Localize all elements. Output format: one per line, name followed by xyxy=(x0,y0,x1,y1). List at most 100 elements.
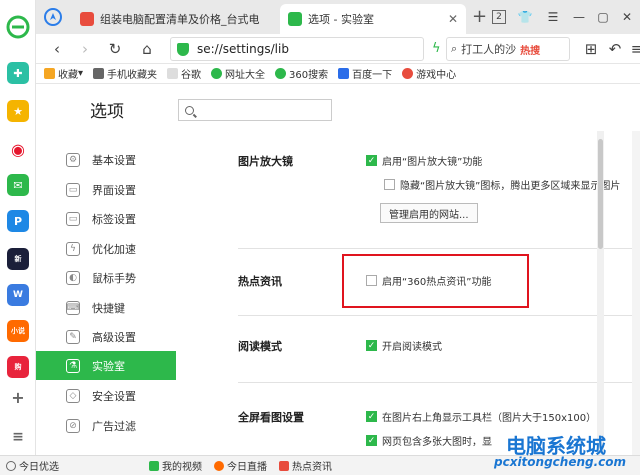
search-icon xyxy=(185,105,194,115)
tab-bar: 组装电脑配置清单及价格_台式电 选项 - 实验室 ✕ + 2 👕 ☰ — ▢ ✕ xyxy=(36,0,640,34)
manage-sites-button[interactable]: 管理启用的网站... xyxy=(380,203,478,223)
video-icon xyxy=(149,460,159,471)
star-app-icon[interactable]: ★ xyxy=(7,100,29,122)
back-button[interactable]: ‹ xyxy=(48,40,66,58)
sidebar-item-lab[interactable]: ⚗ 实验室 xyxy=(36,351,176,380)
add-app-icon[interactable]: + xyxy=(7,386,29,408)
sidebar-item-tabs[interactable]: ▭ 标签设置 xyxy=(36,204,176,233)
bookmark-baidu[interactable]: 百度一下 xyxy=(338,66,392,81)
option-multi-image[interactable]: ✓ 网页包含多张大图时，显 xyxy=(366,433,492,448)
refresh-button[interactable]: ↻ xyxy=(106,40,124,58)
checkbox-checked[interactable]: ✓ xyxy=(366,411,377,422)
check-circle-icon xyxy=(6,460,16,471)
shop-app-icon[interactable]: 购 xyxy=(7,356,29,378)
minimize-button[interactable]: — xyxy=(570,8,588,26)
flask-icon: ⚗ xyxy=(66,358,80,373)
bookmark-hao[interactable]: 网址大全 xyxy=(211,66,265,81)
tab-active[interactable]: 选项 - 实验室 ✕ xyxy=(280,4,466,34)
close-tab-icon[interactable]: ✕ xyxy=(448,12,458,26)
bookmarks-bar: 收藏 ▾ 手机收藏夹 谷歌 网址大全 360搜索 百度一下 游戏中心 xyxy=(36,64,640,84)
settings-header: 选项 xyxy=(36,85,640,131)
news-app-icon[interactable]: 新 xyxy=(7,248,29,270)
site-icon xyxy=(275,68,287,79)
sidebar-item-adblock[interactable]: ⊘ 广告过滤 xyxy=(36,411,176,440)
compass-icon[interactable] xyxy=(44,8,62,26)
scrollbar-thumb[interactable] xyxy=(598,139,603,249)
bookmark-360search[interactable]: 360搜索 xyxy=(275,66,328,81)
lightning-icon: ϟ xyxy=(66,241,80,256)
browser-logo-icon[interactable] xyxy=(5,14,31,40)
search-icon: ⌕ xyxy=(451,42,458,55)
new-tab-button[interactable]: + xyxy=(472,6,487,27)
checkbox-checked[interactable]: ✓ xyxy=(366,155,377,166)
block-icon: ⊘ xyxy=(66,418,80,433)
option-enable-reader[interactable]: ✓ 开启阅读模式 xyxy=(366,338,442,353)
window-icon: ▭ xyxy=(66,182,80,197)
section-title-reader: 阅读模式 xyxy=(238,340,282,353)
star-icon xyxy=(44,68,55,79)
option-enable-zoom[interactable]: ✓ 启用“图片放大镜”功能 xyxy=(366,153,482,168)
close-window-button[interactable]: ✕ xyxy=(618,8,636,26)
checkbox-unchecked[interactable] xyxy=(384,179,395,190)
bookmark-google[interactable]: 谷歌 xyxy=(167,66,201,81)
menu-icon[interactable]: ☰ xyxy=(544,8,562,26)
gear-icon: ⚙ xyxy=(66,152,80,167)
phone-icon xyxy=(93,68,105,79)
sidebar-item-advanced[interactable]: ✎ 高级设置 xyxy=(36,322,176,351)
home-button[interactable]: ⌂ xyxy=(138,40,156,58)
more-icon[interactable]: ≡ xyxy=(628,40,640,58)
tab-title: 选项 - 实验室 xyxy=(308,13,374,26)
status-hotnews[interactable]: 热点资讯 xyxy=(279,458,332,473)
tab-icon: ▭ xyxy=(66,211,80,226)
status-live[interactable]: 今日直播 xyxy=(214,458,267,473)
page-title: 选项 xyxy=(90,102,124,122)
checkbox-checked[interactable]: ✓ xyxy=(366,340,377,351)
status-my-videos[interactable]: 我的视频 xyxy=(149,458,202,473)
sidebar-item-optimize[interactable]: ϟ 优化加速 xyxy=(36,234,176,263)
plus-app-icon[interactable]: ✚ xyxy=(7,62,29,84)
forward-button[interactable]: › xyxy=(76,40,94,58)
checkbox-checked[interactable]: ✓ xyxy=(366,435,377,446)
content-scrollbar[interactable] xyxy=(597,131,604,455)
document-app-icon[interactable]: W xyxy=(7,284,29,306)
watermark: 电脑系统城 pcxitongcheng.com xyxy=(482,430,640,475)
bookmark-favorites[interactable]: 收藏 ▾ xyxy=(44,66,83,81)
option-toolbar[interactable]: ✓ 在图片右上角显示工具栏（图片大于150x100） xyxy=(366,409,596,424)
search-placeholder: 打工人的沙 xyxy=(461,43,517,56)
bookmark-mobile[interactable]: 手机收藏夹 xyxy=(93,66,157,81)
sidebar-item-security[interactable]: ◇ 安全设置 xyxy=(36,381,176,410)
tab-inactive[interactable]: 组装电脑配置清单及价格_台式电 xyxy=(72,4,278,34)
settings-sidebar: ⚙ 基本设置 ▭ 界面设置 ▭ 标签设置 ϟ 优化加速 ◐ 鼠标手势 ⌨ 快捷键 ✎ 高级设置… xyxy=(36,131,176,455)
sidebar-item-basic[interactable]: ⚙ 基本设置 xyxy=(36,145,176,174)
pay-app-icon[interactable]: P xyxy=(7,210,29,232)
novel-app-icon[interactable]: 小说 xyxy=(7,320,29,342)
fire-icon xyxy=(214,460,224,471)
settings-search-input[interactable] xyxy=(178,99,332,121)
sidebar-item-interface[interactable]: ▭ 界面设置 xyxy=(36,175,176,204)
sidebar-item-mouse[interactable]: ◐ 鼠标手势 xyxy=(36,263,176,292)
lightning-icon[interactable]: ϟ xyxy=(432,41,441,56)
search-input[interactable]: ⌕ 打工人的沙 热搜 xyxy=(446,37,570,61)
bookmark-games[interactable]: 游戏中心 xyxy=(402,66,456,81)
hot-search-badge[interactable]: 热搜 xyxy=(520,42,540,57)
undo-icon[interactable]: ↶ xyxy=(606,40,624,58)
weibo-icon[interactable]: ◉ xyxy=(7,138,29,160)
tab-counter[interactable]: 2 xyxy=(492,10,506,24)
maximize-button[interactable]: ▢ xyxy=(594,8,612,26)
option-hide-zoom-icon[interactable]: 隐藏“图片放大镜”图标，腾出更多区域来显示图片 xyxy=(384,177,620,192)
page-icon xyxy=(167,68,179,79)
skin-icon[interactable]: 👕 xyxy=(516,8,534,26)
grid-icon[interactable]: ⊞ xyxy=(582,40,600,58)
settings-favicon-icon xyxy=(288,12,302,26)
mail-icon[interactable]: ✉ xyxy=(7,174,29,196)
app-rail: ✚ ★ ◉ ✉ P 新 W 小说 购 + ≡ xyxy=(0,0,36,455)
sidebar-item-shortcuts[interactable]: ⌨ 快捷键 xyxy=(36,293,176,322)
status-today-picks[interactable]: 今日优选 xyxy=(6,458,59,473)
keyboard-icon: ⌨ xyxy=(66,300,80,315)
section-title-hotnews: 热点资讯 xyxy=(238,275,282,288)
url-text: se://settings/lib xyxy=(197,42,289,56)
menu-icon[interactable]: ≡ xyxy=(7,426,29,448)
mouse-icon: ◐ xyxy=(66,270,80,285)
url-field[interactable]: se://settings/lib xyxy=(170,37,424,61)
watermark-url: pcxitongcheng.com xyxy=(494,455,627,469)
